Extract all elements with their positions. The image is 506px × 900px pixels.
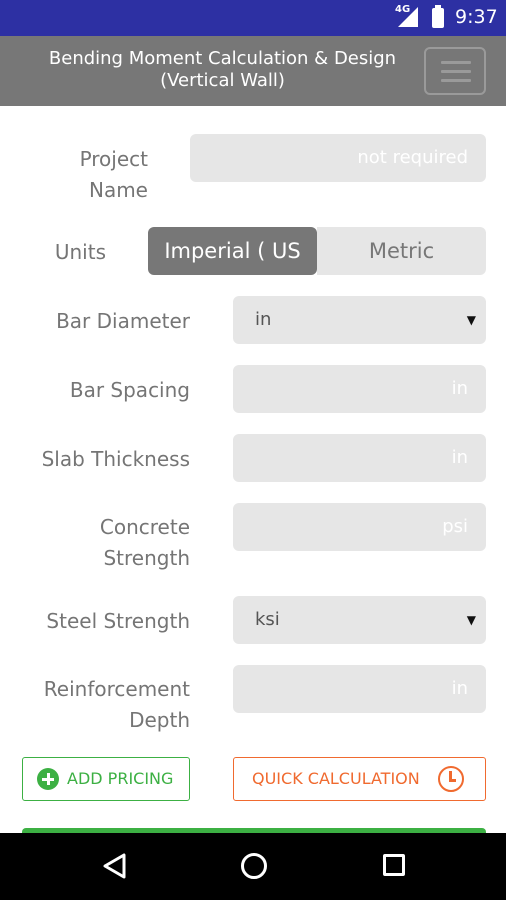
add-pricing-button[interactable]: ADD PRICING [22, 757, 190, 801]
quick-calculation-button[interactable]: QUICK CALCULATION [233, 757, 486, 801]
concrete-strength-input[interactable]: psi [233, 503, 486, 551]
recents-icon[interactable] [383, 854, 405, 876]
menu-button[interactable] [424, 47, 486, 95]
concrete-strength-label: Concrete Strength [20, 512, 190, 574]
add-pricing-label: ADD PRICING [67, 769, 174, 788]
bar-diameter-label: Bar Diameter [56, 309, 190, 333]
home-icon[interactable] [241, 853, 267, 879]
clock-icon [438, 766, 464, 792]
steel-strength-value: ksi [255, 609, 280, 630]
page-title-line1: Bending Moment Calculation & Design [48, 48, 397, 69]
project-name-label-line2: Name [88, 178, 148, 202]
slab-thickness-label: Slab Thickness [41, 447, 190, 471]
system-nav-bar [0, 833, 506, 900]
status-time: 9:37 [455, 6, 498, 28]
bar-spacing-input[interactable]: in [233, 365, 486, 413]
reinforcement-depth-label-line2: Depth [129, 708, 190, 732]
project-name-label-line1: Project [79, 147, 148, 171]
plus-circle-icon [37, 768, 59, 790]
units-option-metric[interactable]: Metric [317, 227, 486, 275]
quick-calculation-label: QUICK CALCULATION [252, 769, 420, 788]
concrete-strength-label-line1: Concrete [99, 515, 190, 539]
reinforcement-depth-label: Reinforcement Depth [20, 674, 190, 736]
reinforcement-depth-input[interactable]: in [233, 665, 486, 713]
units-label: Units [54, 240, 106, 264]
reinforcement-depth-label-line1: Reinforcement [43, 677, 190, 701]
back-icon[interactable] [102, 853, 126, 879]
units-option-imperial[interactable]: Imperial ( US [148, 227, 317, 275]
project-name-input[interactable]: not required [190, 134, 486, 182]
slab-thickness-input[interactable]: in [233, 434, 486, 482]
status-bar: 4G 9:37 [0, 0, 506, 36]
dropdown-arrow-icon: ▼ [466, 613, 476, 627]
project-name-label: Project Name [40, 144, 148, 206]
concrete-strength-label-line2: Strength [103, 546, 190, 570]
hamburger-menu-icon-bar [441, 79, 471, 82]
hamburger-menu-icon-bar [441, 70, 471, 73]
app-bar: Bending Moment Calculation & Design (Ver… [0, 36, 506, 106]
signal-icon [398, 7, 418, 27]
bar-diameter-select[interactable]: in ▼ [233, 296, 486, 344]
bar-diameter-value: in [255, 309, 272, 330]
bar-spacing-label: Bar Spacing [69, 378, 190, 402]
page-title: Bending Moment Calculation & Design (Ver… [20, 48, 425, 92]
hamburger-menu-icon [441, 61, 471, 64]
battery-icon [432, 5, 444, 28]
page-title-line2: (Vertical Wall) [160, 70, 285, 91]
steel-strength-select[interactable]: ksi ▼ [233, 596, 486, 644]
steel-strength-label: Steel Strength [46, 609, 190, 633]
dropdown-arrow-icon: ▼ [466, 313, 476, 327]
units-toggle: Imperial ( US Metric [148, 227, 486, 275]
